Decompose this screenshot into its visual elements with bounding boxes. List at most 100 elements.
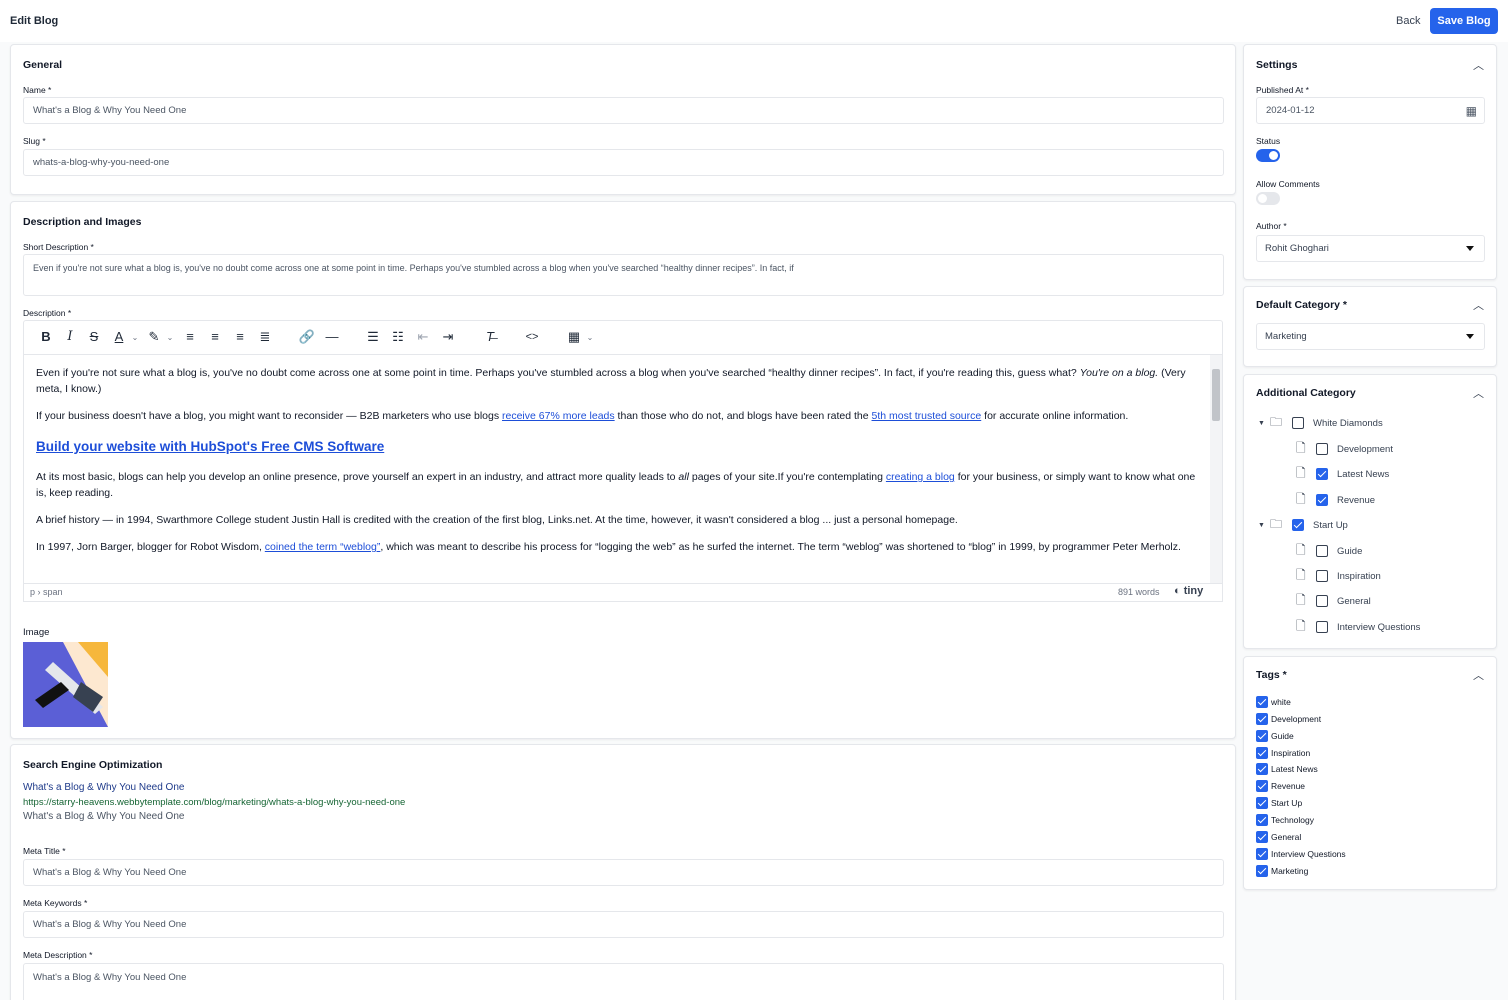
meta-title-input[interactable]: What's a Blog & Why You Need One: [23, 859, 1224, 886]
file-icon: 🗋: [1296, 491, 1306, 506]
back-button[interactable]: Back: [1388, 9, 1428, 34]
checkbox-checked[interactable]: [1256, 730, 1268, 742]
tag-item[interactable]: Revenue: [1256, 779, 1305, 793]
outdent-icon[interactable]: ⇤: [413, 329, 433, 345]
status-toggle[interactable]: [1256, 149, 1280, 162]
tag-item[interactable]: Start Up: [1256, 796, 1302, 810]
tag-item[interactable]: Marketing: [1256, 864, 1308, 878]
editor-link[interactable]: receive 67% more leads: [502, 410, 615, 422]
allow-comments-label: Allow Comments: [1256, 179, 1320, 189]
bullet-list-icon[interactable]: ☷: [388, 329, 408, 345]
tag-item[interactable]: General: [1256, 830, 1301, 844]
settings-card: Settings ︿ Published At * 2024-01-12 ▦ S…: [1243, 44, 1497, 280]
chevron-down-icon[interactable]: ⌄: [125, 333, 145, 342]
align-right-icon[interactable]: ≡: [230, 329, 250, 344]
chevron-up-icon[interactable]: ︿: [1473, 667, 1484, 683]
seo-preview-title: What's a Blog & Why You Need One: [23, 782, 185, 793]
seo-preview-url: https://starry-heavens.webbytemplate.com…: [23, 797, 406, 808]
checkbox[interactable]: [1316, 443, 1328, 455]
slug-input[interactable]: whats-a-blog-why-you-need-one: [23, 149, 1224, 176]
clear-formatting-icon[interactable]: T̶: [480, 329, 500, 344]
link-icon[interactable]: 🔗: [297, 329, 317, 345]
tree-item-latest-news[interactable]: 🗋 Latest News: [1296, 466, 1389, 482]
save-blog-button[interactable]: Save Blog: [1430, 8, 1498, 34]
blog-image[interactable]: [23, 642, 108, 727]
checkbox[interactable]: [1316, 570, 1328, 582]
tag-label: Inspiration: [1271, 748, 1311, 758]
strikethrough-button[interactable]: S: [84, 329, 104, 344]
chevron-down-icon[interactable]: ⌄: [160, 333, 180, 342]
tree-item-inspiration[interactable]: 🗋 Inspiration: [1296, 568, 1381, 584]
checkbox-checked[interactable]: [1316, 494, 1328, 506]
name-input[interactable]: What's a Blog & Why You Need One: [23, 97, 1224, 124]
horizontal-rule-icon[interactable]: —: [322, 329, 342, 344]
tag-item[interactable]: Guide: [1256, 729, 1294, 743]
editor-heading-link[interactable]: Build your website with HubSpot's Free C…: [36, 439, 384, 455]
numbered-list-icon[interactable]: ☰: [363, 329, 383, 345]
tree-item-guide[interactable]: 🗋 Guide: [1296, 543, 1362, 559]
tree-item-general[interactable]: 🗋 General: [1296, 593, 1371, 609]
tag-item[interactable]: Development: [1256, 712, 1321, 726]
editor-link[interactable]: 5th most trusted source: [872, 410, 982, 422]
chevron-up-icon[interactable]: ︿: [1473, 57, 1484, 73]
scroll-thumb[interactable]: [1212, 369, 1220, 421]
align-left-icon[interactable]: ≡: [180, 329, 200, 344]
calendar-icon[interactable]: ▦: [1466, 104, 1477, 118]
tree-item-interview-questions[interactable]: 🗋 Interview Questions: [1296, 619, 1420, 635]
published-at-input[interactable]: 2024-01-12 ▦: [1256, 97, 1485, 124]
tree-label: Development: [1337, 443, 1393, 455]
tree-item-development[interactable]: 🗋 Development: [1296, 441, 1393, 457]
checkbox-checked[interactable]: [1256, 747, 1268, 759]
tag-item[interactable]: white: [1256, 695, 1291, 709]
align-center-icon[interactable]: ≡: [205, 329, 225, 344]
author-value: Rohit Ghoghari: [1265, 243, 1329, 254]
checkbox-checked[interactable]: [1316, 468, 1328, 480]
tree-label: Guide: [1337, 545, 1363, 557]
checkbox[interactable]: [1316, 545, 1328, 557]
indent-icon[interactable]: ⇥: [438, 329, 458, 345]
editor-link[interactable]: creating a blog: [886, 471, 955, 483]
description-editor[interactable]: Even if you're not sure what a blog is, …: [23, 354, 1223, 584]
meta-title-label: Meta Title *: [23, 846, 66, 856]
editor-scrollbar[interactable]: [1210, 355, 1222, 583]
checkbox-checked[interactable]: [1256, 696, 1268, 708]
tag-item[interactable]: Inspiration: [1256, 746, 1310, 760]
meta-description-textarea[interactable]: What's a Blog & Why You Need One: [23, 963, 1224, 1000]
chevron-down-icon[interactable]: ⌄: [580, 333, 600, 342]
tag-item[interactable]: Interview Questions: [1256, 847, 1346, 861]
chevron-up-icon[interactable]: ︿: [1473, 385, 1484, 401]
tree-group-white-diamonds[interactable]: ▼ 🗀 White Diamonds: [1258, 415, 1383, 431]
additional-category-card: Additional Category ︿ ▼ 🗀 White Diamonds…: [1243, 374, 1497, 649]
checkbox[interactable]: [1316, 621, 1328, 633]
caret-down-icon[interactable]: ▼: [1258, 522, 1270, 529]
tree-group-start-up[interactable]: ▼ 🗀 Start Up: [1258, 517, 1348, 533]
file-icon: 🗋: [1296, 618, 1306, 633]
checkbox-checked[interactable]: [1256, 848, 1268, 860]
checkbox-checked[interactable]: [1256, 814, 1268, 826]
italic-button[interactable]: I: [60, 329, 80, 344]
meta-keywords-input[interactable]: What's a Blog & Why You Need One: [23, 911, 1224, 938]
editor-link[interactable]: coined the term “weblog”: [265, 541, 381, 553]
tag-item[interactable]: Technology: [1256, 813, 1314, 827]
checkbox[interactable]: [1292, 417, 1304, 429]
checkbox-checked[interactable]: [1292, 519, 1304, 531]
chevron-up-icon[interactable]: ︿: [1473, 297, 1484, 313]
checkbox-checked[interactable]: [1256, 831, 1268, 843]
tree-item-revenue[interactable]: 🗋 Revenue: [1296, 492, 1375, 508]
tag-item[interactable]: Latest News: [1256, 762, 1318, 776]
author-select[interactable]: Rohit Ghoghari: [1256, 235, 1485, 262]
checkbox-checked[interactable]: [1256, 780, 1268, 792]
checkbox[interactable]: [1316, 595, 1328, 607]
default-category-select[interactable]: Marketing: [1256, 323, 1485, 350]
allow-comments-toggle[interactable]: [1256, 192, 1280, 205]
bold-button[interactable]: B: [36, 329, 56, 344]
checkbox-checked[interactable]: [1256, 763, 1268, 775]
caret-down-icon[interactable]: ▼: [1258, 420, 1270, 427]
align-justify-icon[interactable]: ≣: [255, 329, 275, 345]
checkbox-checked[interactable]: [1256, 797, 1268, 809]
seo-preview-description: What's a Blog & Why You Need One: [23, 811, 185, 822]
short-description-textarea[interactable]: Even if you're not sure what a blog is, …: [23, 254, 1224, 296]
code-icon[interactable]: <>: [522, 331, 542, 343]
checkbox-checked[interactable]: [1256, 713, 1268, 725]
checkbox-checked[interactable]: [1256, 865, 1268, 877]
